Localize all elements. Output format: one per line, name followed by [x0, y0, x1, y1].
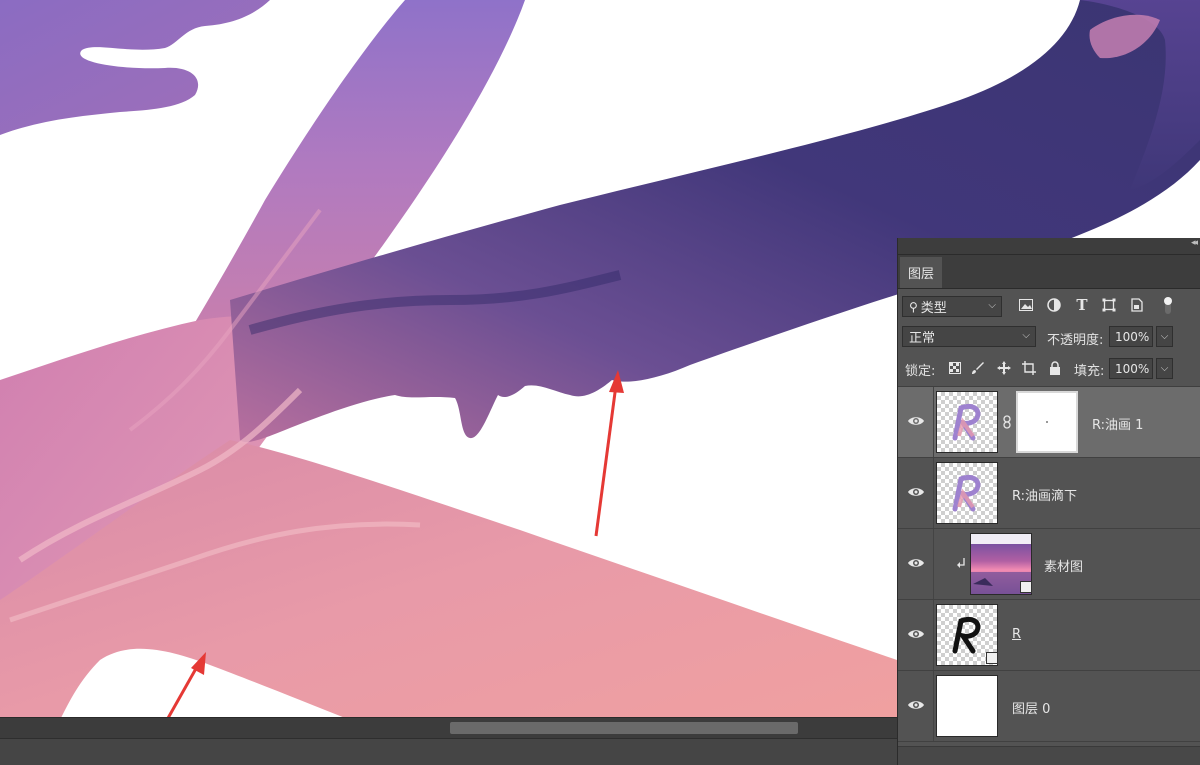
layer-name[interactable]: R:油画 1: [1092, 414, 1143, 433]
layers-panel-footer: [898, 746, 1200, 765]
visibility-column-divider: [933, 529, 934, 599]
photoshop-workspace: ◂◂ 图层 ⚲ 类型 ⌵ T 正常 ⌵ 不透明度: 100% ⌵ 锁定: 填充:…: [0, 0, 1200, 765]
lock-transparent-pixels-icon[interactable]: [947, 360, 963, 376]
layer-row-oil-painting-1[interactable]: R:油画 1: [898, 387, 1200, 458]
paint-splash-top-left: [0, 0, 270, 135]
collapse-panel-icon[interactable]: ◂◂: [1191, 238, 1198, 248]
panel-tab-row: 图层: [898, 255, 1200, 289]
opacity-dropdown-button[interactable]: ⌵: [1156, 326, 1173, 347]
layer-row-layer-0[interactable]: 图层 0: [898, 671, 1200, 742]
lock-position-icon[interactable]: [996, 360, 1012, 376]
link-icon[interactable]: [1002, 415, 1012, 429]
layer-row-source-image[interactable]: 素材图: [898, 529, 1200, 600]
smart-object-badge-icon: [1020, 581, 1032, 593]
layer-thumbnail[interactable]: [936, 675, 998, 737]
chevron-down-icon: ⌵: [988, 300, 996, 311]
layer-thumbnail[interactable]: [936, 391, 998, 453]
horizontal-scrollbar-thumb[interactable]: [450, 722, 798, 734]
layer-list: R:油画 1 R:油画滴下 素材图 R 图层 0: [898, 386, 1200, 747]
adjustment-filter-icon[interactable]: [1046, 297, 1062, 313]
blend-mode-dropdown[interactable]: 正常 ⌵: [902, 326, 1036, 347]
eye-icon[interactable]: [907, 698, 925, 712]
filter-toggle-icon[interactable]: [1160, 297, 1176, 314]
tab-layers[interactable]: 图层: [900, 257, 942, 288]
opacity-input[interactable]: 100%: [1109, 326, 1153, 347]
blend-opacity-row: 正常 ⌵ 不透明度: 100% ⌵: [898, 324, 1200, 350]
layer-filter-dropdown[interactable]: ⚲ 类型 ⌵: [902, 296, 1002, 317]
lock-all-icon[interactable]: [1047, 360, 1063, 376]
layer-row-oil-painting-drip[interactable]: R:油画滴下: [898, 458, 1200, 529]
horizontal-scrollbar[interactable]: [0, 717, 897, 738]
visibility-column-divider: [933, 671, 934, 741]
shape-filter-icon[interactable]: [1101, 297, 1117, 313]
status-bar: [0, 738, 897, 765]
search-icon: ⚲: [909, 299, 918, 314]
visibility-column-divider: [933, 600, 934, 670]
smart-object-badge-icon: [986, 652, 998, 664]
blend-mode-value: 正常: [909, 331, 936, 346]
panel-header-bar: ◂◂: [898, 238, 1200, 255]
lock-label: 锁定:: [905, 364, 936, 379]
fill-label: 填充:: [1074, 364, 1105, 379]
lock-fill-row: 锁定: 填充: 100% ⌵: [898, 355, 1200, 383]
red-arrow-upper: [594, 370, 624, 537]
visibility-column-divider: [933, 387, 934, 457]
layer-name[interactable]: R:油画滴下: [1012, 485, 1077, 504]
clipping-mask-arrow-icon: [957, 558, 965, 568]
eye-icon[interactable]: [907, 485, 925, 499]
layer-name[interactable]: R: [1012, 627, 1021, 642]
layer-row-r[interactable]: R: [898, 600, 1200, 671]
layer-mask-thumbnail[interactable]: [1016, 391, 1078, 453]
lock-image-pixels-icon[interactable]: [970, 360, 986, 376]
eye-icon[interactable]: [907, 556, 925, 570]
opacity-label: 不透明度:: [1047, 333, 1104, 348]
fill-input[interactable]: 100%: [1109, 358, 1153, 379]
layer-name[interactable]: 素材图: [1044, 556, 1083, 575]
layers-panel: ◂◂ 图层 ⚲ 类型 ⌵ T 正常 ⌵ 不透明度: 100% ⌵ 锁定: 填充:…: [897, 238, 1200, 765]
chevron-down-icon: ⌵: [1022, 330, 1030, 341]
visibility-column-divider: [933, 458, 934, 528]
type-filter-icon[interactable]: T: [1074, 296, 1090, 314]
layer-filter-label: 类型: [920, 301, 947, 316]
layer-name[interactable]: 图层 0: [1012, 698, 1050, 717]
image-filter-icon[interactable]: [1018, 297, 1034, 313]
eye-icon[interactable]: [907, 627, 925, 641]
layer-filter-row: ⚲ 类型 ⌵ T: [898, 294, 1200, 320]
smart-object-filter-icon[interactable]: [1129, 297, 1145, 313]
fill-dropdown-button[interactable]: ⌵: [1156, 358, 1173, 379]
eye-icon[interactable]: [907, 414, 925, 428]
lock-artboard-icon[interactable]: [1021, 360, 1037, 376]
layer-thumbnail[interactable]: [936, 462, 998, 524]
